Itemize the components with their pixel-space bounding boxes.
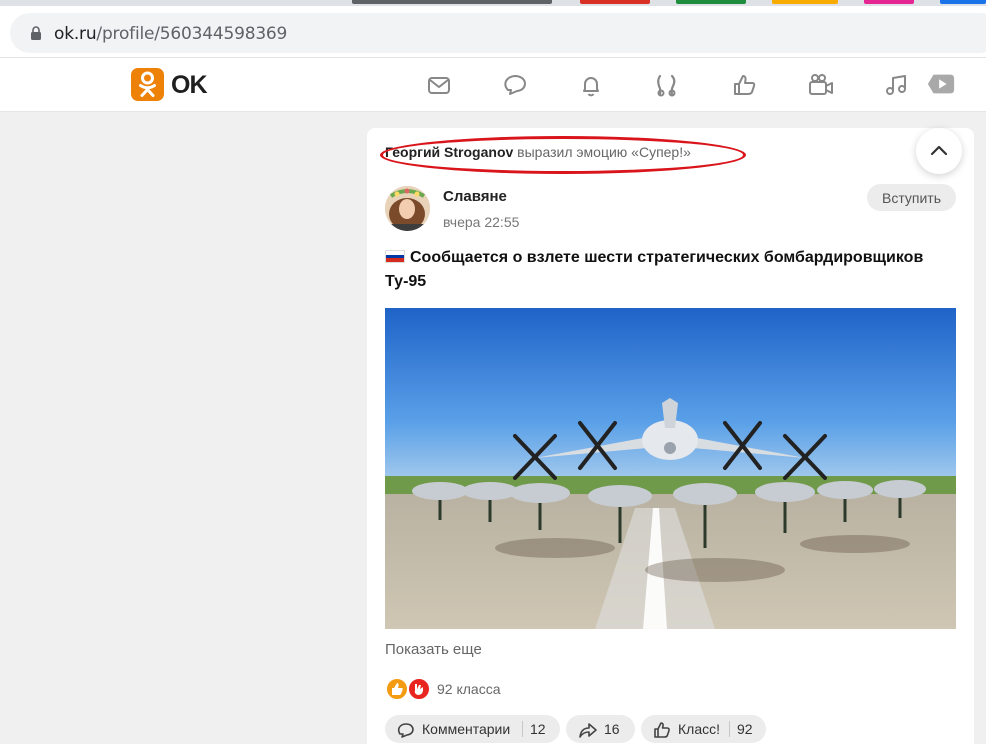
post-photo[interactable] — [385, 308, 956, 629]
url-path: /profile/560344598369 — [96, 24, 288, 44]
activity-line: Георгий Stroganov выразил эмоцию «Супер!… — [380, 136, 746, 174]
feed-card: Георгий Stroganov выразил эмоцию «Супер!… — [367, 128, 974, 744]
tab-indicator[interactable] — [940, 0, 986, 4]
reactions-count: 92 класса — [437, 681, 501, 697]
tab-indicator[interactable] — [864, 0, 914, 4]
shares-count: 16 — [604, 721, 620, 737]
like-reaction-icon — [385, 677, 409, 701]
share-button[interactable]: 16 — [566, 715, 635, 743]
super-reaction-icon — [407, 677, 431, 701]
like-label: Класс! — [678, 721, 720, 737]
tab-indicator[interactable] — [352, 0, 552, 4]
tab-indicator[interactable] — [676, 0, 746, 4]
like-button[interactable]: Класс! 92 — [641, 715, 766, 743]
comments-button[interactable]: Комментарии 12 — [385, 715, 560, 743]
ok-logo-icon[interactable] — [131, 68, 164, 101]
share-icon — [579, 723, 597, 738]
comments-label: Комментарии — [422, 721, 511, 737]
video-icon[interactable] — [806, 70, 836, 100]
group-name[interactable]: Славяне — [443, 188, 507, 205]
post-title[interactable]: Сообщается о взлете шести стратегических… — [385, 246, 945, 294]
like-count: 92 — [737, 721, 753, 737]
tab-indicator[interactable] — [580, 0, 650, 4]
likes-icon[interactable] — [730, 70, 760, 100]
url-field[interactable]: ok.ru/profile/560344598369 — [10, 13, 986, 53]
browser-address-bar: ok.ru/profile/560344598369 — [0, 6, 986, 58]
comments-count: 12 — [530, 721, 546, 737]
join-button[interactable]: Вступить — [867, 184, 956, 211]
activity-user-link[interactable]: Георгий Stroganov — [385, 144, 513, 160]
music-icon[interactable] — [882, 70, 912, 100]
tab-indicator[interactable] — [772, 0, 838, 4]
group-avatar[interactable] — [385, 186, 430, 231]
show-more-link[interactable]: Показать еще — [385, 641, 482, 658]
url-host: ok.ru — [54, 24, 97, 44]
guests-icon[interactable] — [652, 70, 682, 100]
chat-icon[interactable] — [500, 70, 530, 100]
post-title-text: Сообщается о взлете шести стратегических… — [385, 249, 924, 290]
bell-icon[interactable] — [576, 70, 606, 100]
video-play-icon[interactable] — [926, 68, 956, 98]
thumbs-up-icon — [654, 722, 670, 738]
post-date: вчера 22:55 — [443, 214, 520, 230]
comment-icon — [397, 723, 414, 738]
logo-text[interactable]: OK — [171, 71, 207, 100]
lock-icon — [31, 26, 41, 40]
url-text[interactable]: ok.ru/profile/560344598369 — [54, 24, 287, 44]
pill-divider — [729, 721, 730, 737]
site-header: OK — [0, 58, 986, 112]
activity-action: выразил эмоцию «Супер!» — [513, 144, 691, 160]
chevron-up-icon — [930, 145, 948, 156]
pill-divider — [522, 721, 523, 737]
mail-icon[interactable] — [424, 70, 454, 100]
scroll-up-button[interactable] — [916, 128, 962, 174]
russia-flag-icon — [385, 250, 405, 263]
